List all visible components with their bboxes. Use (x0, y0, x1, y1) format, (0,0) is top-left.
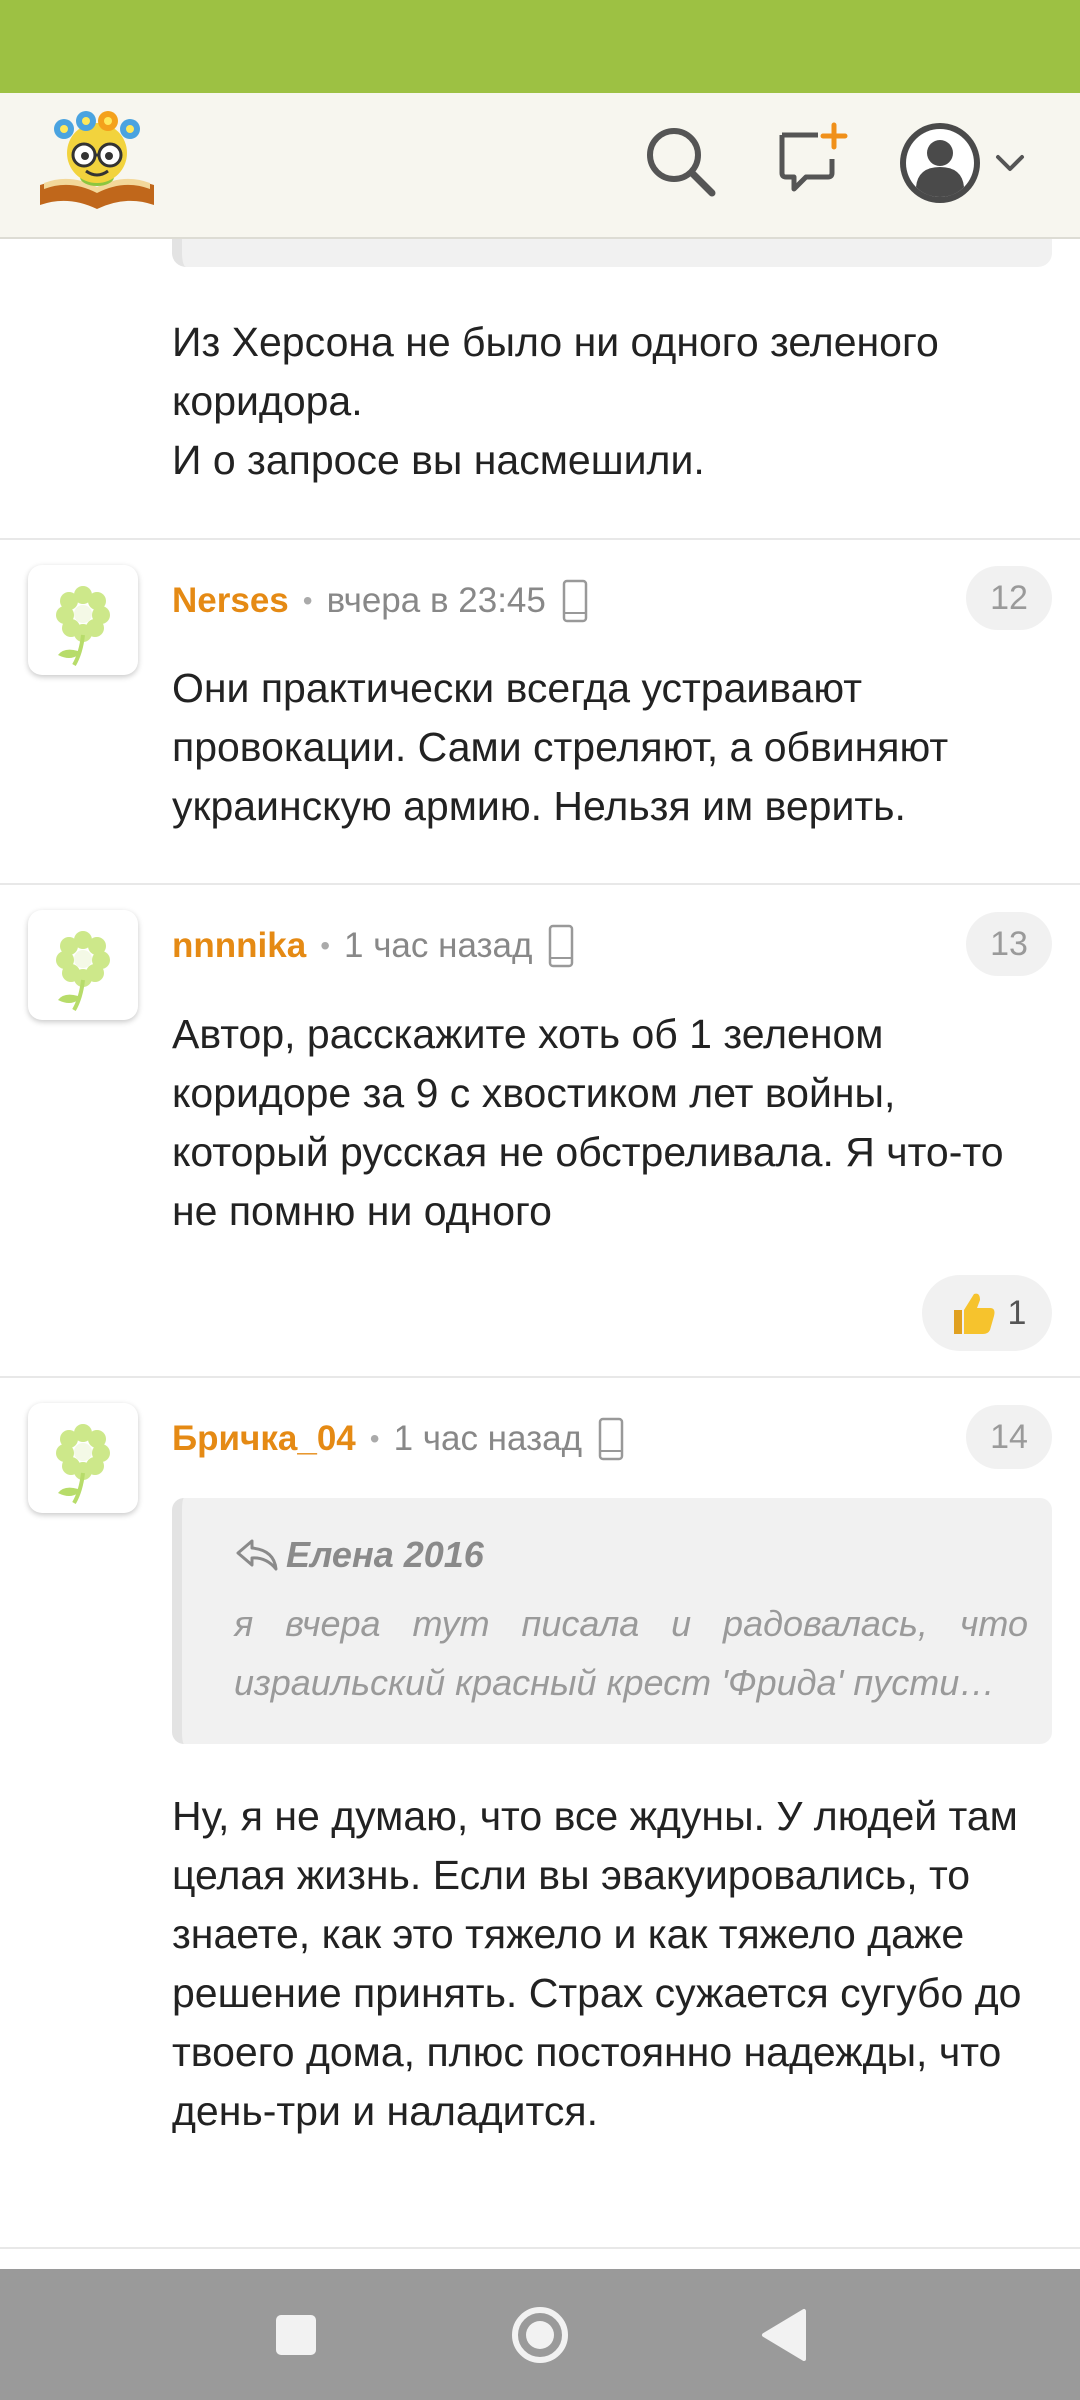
reply-arrow-icon (236, 1539, 278, 1571)
back-triangle-icon[interactable] (746, 2297, 822, 2373)
quote-author: Елена 2016 (286, 1534, 484, 1575)
comment-meta: nnnnika • 1 час назад (172, 921, 574, 971)
site-logo[interactable] (34, 107, 160, 217)
recents-square-icon[interactable] (258, 2297, 334, 2373)
comment-text: Они практически всегда устраивают провок… (172, 665, 949, 829)
search-icon[interactable] (640, 121, 720, 201)
comment-number-badge[interactable]: 13 (966, 912, 1052, 976)
comment-separator (0, 538, 1080, 540)
comment-text: Из Херсона не было ни одного зеленого ко… (172, 319, 939, 483)
new-post-icon[interactable] (772, 121, 852, 201)
mobile-phone-icon (598, 1417, 624, 1461)
comment-separator (0, 2247, 1080, 2249)
comment-time: вчера в 23:45 (326, 581, 546, 620)
user-avatar[interactable] (28, 565, 138, 675)
comment-author[interactable]: nnnnika (172, 926, 306, 966)
comment-number-badge[interactable]: 14 (966, 1405, 1052, 1469)
flower-icon (56, 1424, 110, 1505)
comment-separator (0, 883, 1080, 885)
system-nav-bar (0, 2269, 1080, 2400)
quote-author-line: Елена 2016 (234, 1534, 484, 1576)
meta-dot: • (369, 1423, 380, 1454)
comment-meta: Бричка_04 • 1 час назад (172, 1414, 624, 1464)
comments-feed[interactable]: Из Херсона не было ни одного зеленого ко… (0, 239, 1080, 2269)
meta-dot: • (302, 585, 313, 616)
comment-time: 1 час назад (393, 1419, 583, 1458)
flower-icon (56, 586, 110, 667)
comment-text: Ну, я не думаю, что все ждуны. У людей т… (172, 1793, 1022, 2134)
comment-author[interactable]: Nerses (172, 581, 289, 621)
mobile-phone-icon (562, 579, 588, 623)
comment-time: 1 час назад (344, 926, 533, 965)
user-avatar[interactable] (28, 1403, 138, 1513)
profile-avatar-icon (900, 123, 1024, 203)
site-header (0, 93, 1080, 239)
quote-excerpt: я вчера тут писала и радовалась, что изр… (234, 1603, 1028, 1703)
user-avatar[interactable] (28, 910, 138, 1020)
profile-menu-button[interactable] (898, 119, 1038, 207)
status-bar (0, 0, 1080, 93)
thumbs-up-icon (953, 1293, 995, 1334)
comment-number-badge[interactable]: 12 (966, 566, 1052, 630)
quote-block[interactable]: Елена 2016 я вчера тут писала и радовала… (172, 1498, 1052, 1744)
like-count: 1 (1007, 1293, 1027, 1332)
flower-icon (56, 931, 110, 1012)
like-button[interactable]: 1 (922, 1275, 1052, 1351)
comment-author[interactable]: Бричка_04 (172, 1419, 356, 1459)
mobile-phone-icon (549, 924, 574, 968)
comment-text: Автор, расскажите хоть об 1 зеленом кори… (172, 1011, 1004, 1234)
meta-dot: • (320, 930, 330, 961)
comment-meta: Nerses • вчера в 23:45 (172, 576, 588, 626)
comment-separator (0, 1376, 1080, 1378)
quote-block-tail (172, 239, 1052, 267)
home-circle-icon[interactable] (502, 2297, 578, 2373)
